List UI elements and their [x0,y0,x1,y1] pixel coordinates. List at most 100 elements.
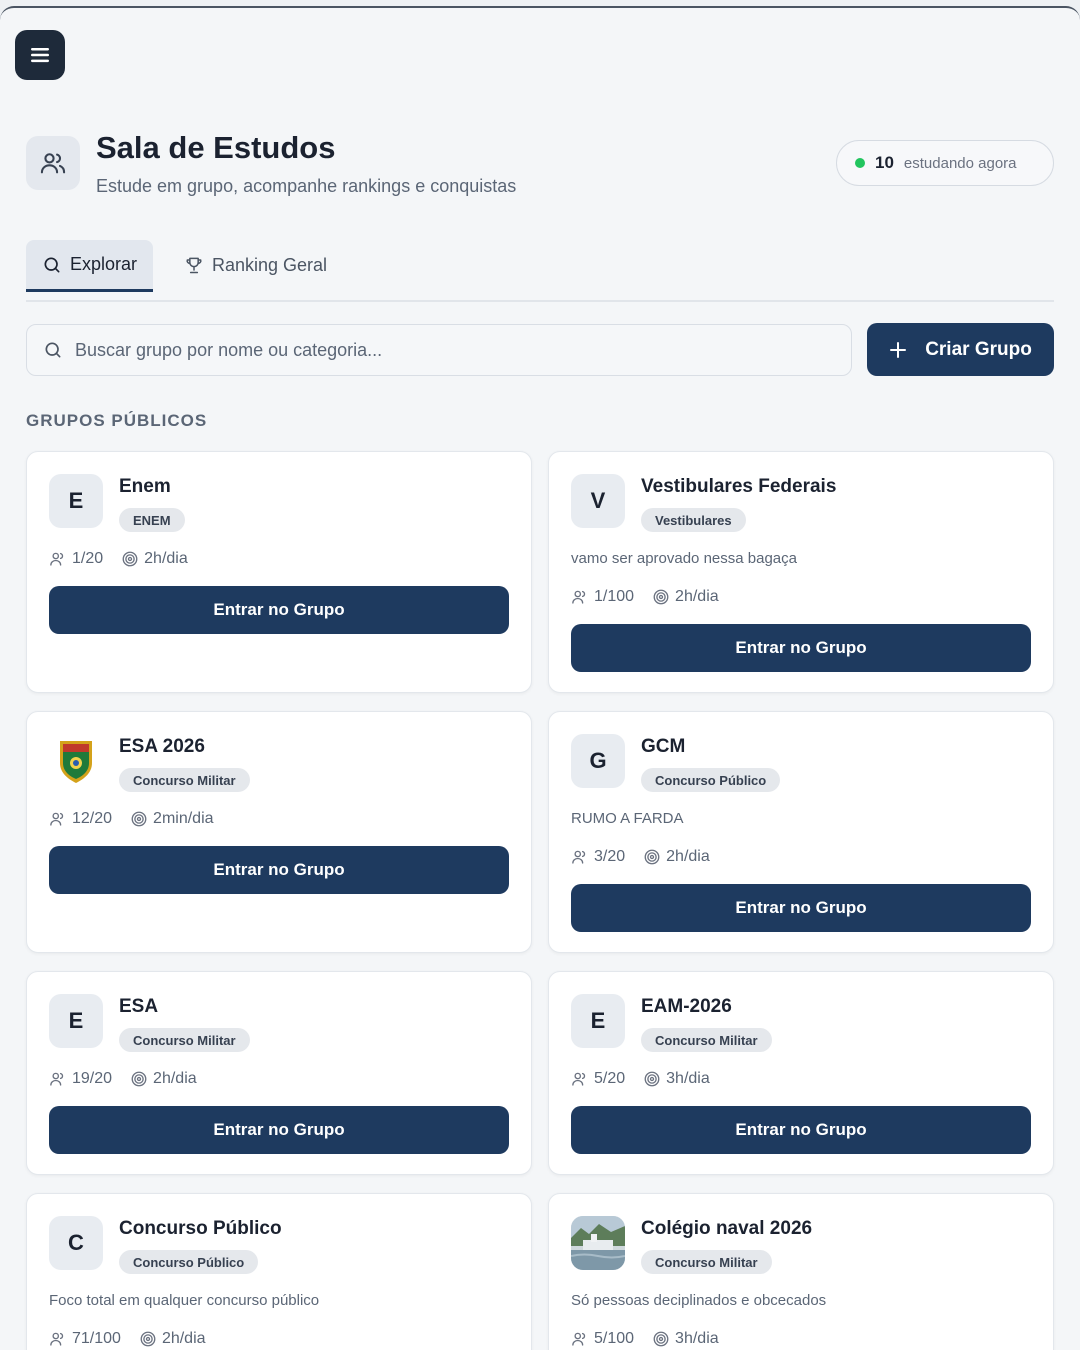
group-stats: 3/20 2h/dia [571,848,722,866]
group-name: ESA [119,996,159,1017]
group-avatar-image [49,734,103,788]
target-icon [653,1331,669,1347]
target-icon [644,1071,660,1087]
ship-photo-icon [571,1216,625,1270]
group-card: E EAM-2026 Concurso Militar 5/20 3h/dia … [548,971,1054,1175]
target-icon [131,811,147,827]
trophy-icon [186,257,202,274]
members-icon [50,1332,64,1346]
group-card: ESA 2026 Concurso Militar 12/20 2min/dia… [26,711,532,953]
daily-goal: 2h/dia [144,550,188,567]
group-description: Só pessoas deciplinados e obcecados [571,1292,827,1309]
group-name: ESA 2026 [119,736,205,757]
category-badge: Vestibulares [641,508,746,532]
tab-label: Explorar [70,254,138,274]
target-icon [122,551,138,567]
join-group-button[interactable]: Entrar no Grupo [49,1106,509,1154]
group-description: Foco total em qualquer concurso público [49,1292,320,1309]
members-count: 3/20 [594,848,626,865]
group-card: V Vestibulares Federais Vestibulares vam… [548,451,1054,693]
join-group-button[interactable]: Entrar no Grupo [571,624,1031,672]
target-icon [140,1331,156,1347]
group-avatar: G [571,734,625,788]
page-subtitle: Estude em grupo, acompanhe rankings e co… [96,176,517,196]
members-count: 1/100 [594,588,635,605]
group-stats: 5/100 3h/dia [571,1330,731,1348]
tab-bar: Explorar Ranking Geral [26,238,1054,302]
group-card: G GCM Concurso Público RUMO A FARDA 3/20… [548,711,1054,953]
members-count: 5/20 [594,1070,626,1087]
users-icon [26,136,80,190]
members-icon [50,812,64,826]
category-badge: ENEM [119,508,185,532]
target-icon [644,849,660,865]
tab-label: Ranking Geral [212,254,328,275]
group-card: C Concurso Público Concurso Público Foco… [26,1193,532,1350]
tab-explorar[interactable]: Explorar [26,240,154,292]
daily-goal: 2min/dia [153,810,214,827]
category-badge: Concurso Militar [119,1028,250,1052]
join-group-button[interactable]: Entrar no Grupo [571,884,1031,932]
online-status-badge: 10 estudando agora [836,140,1054,186]
daily-goal: 3h/dia [666,1070,710,1087]
search-box [26,324,852,376]
group-name: Vestibulares Federais [641,476,837,497]
members-icon [572,850,586,864]
daily-goal: 2h/dia [153,1070,197,1087]
group-stats: 71/100 2h/dia [49,1330,218,1348]
members-count: 12/20 [72,810,113,827]
group-avatar: C [49,1216,103,1270]
group-name: GCM [641,736,686,757]
group-card: Colégio naval 2026 Concurso Militar Só p… [548,1193,1054,1350]
group-avatar-image [571,1216,625,1270]
group-name: Colégio naval 2026 [641,1218,813,1239]
group-avatar: E [49,474,103,528]
daily-goal: 2h/dia [161,1330,206,1347]
page-title: Sala de Estudos [96,130,336,165]
members-icon [572,1072,586,1086]
members-count: 1/20 [72,550,104,567]
members-icon [50,552,64,566]
tab-ranking-geral[interactable]: Ranking Geral [168,240,343,290]
group-description: RUMO A FARDA [571,810,684,827]
group-name: Concurso Público [119,1218,282,1239]
members-count: 71/100 [72,1330,121,1347]
join-group-button[interactable]: Entrar no Grupo [49,586,509,634]
join-group-button[interactable]: Entrar no Grupo [571,1106,1031,1154]
group-name: EAM-2026 [641,996,732,1017]
group-stats: 12/20 2min/dia [49,810,226,828]
group-card: E Enem ENEM 1/20 2h/dia Entrar no Grupo [26,451,532,693]
category-badge: Concurso Militar [641,1250,772,1274]
join-group-button[interactable]: Entrar no Grupo [49,846,509,894]
group-stats: 5/20 3h/dia [571,1070,722,1088]
group-stats: 19/20 2h/dia [49,1070,209,1088]
target-icon [653,589,669,605]
group-name: Enem [119,476,171,497]
members-icon [50,1072,64,1086]
daily-goal: 3h/dia [675,1330,719,1347]
online-count: 10 [875,153,894,172]
members-count: 19/20 [72,1070,113,1087]
group-stats: 1/20 2h/dia [49,550,200,568]
category-badge: Concurso Militar [641,1028,772,1052]
create-group-button[interactable]: Criar Grupo [867,323,1054,376]
daily-goal: 2h/dia [666,848,710,865]
online-dot-icon [855,158,865,168]
search-icon [45,342,61,358]
group-card: E ESA Concurso Militar 19/20 2h/dia Entr… [26,971,532,1175]
menu-button[interactable] [15,30,65,80]
members-icon [572,590,586,604]
group-avatar: E [571,994,625,1048]
search-input[interactable] [75,339,795,361]
daily-goal: 2h/dia [675,588,719,605]
group-avatar: E [49,994,103,1048]
page-header: Sala de Estudos Estude em grupo, acompan… [26,128,1054,198]
members-count: 5/100 [594,1330,635,1347]
group-avatar: V [571,474,625,528]
plus-icon [890,341,907,358]
members-icon [572,1332,586,1346]
category-badge: Concurso Público [119,1250,259,1274]
target-icon [131,1071,147,1087]
category-badge: Concurso Militar [119,768,250,792]
section-title: GRUPOS PÚBLICOS [26,411,208,430]
